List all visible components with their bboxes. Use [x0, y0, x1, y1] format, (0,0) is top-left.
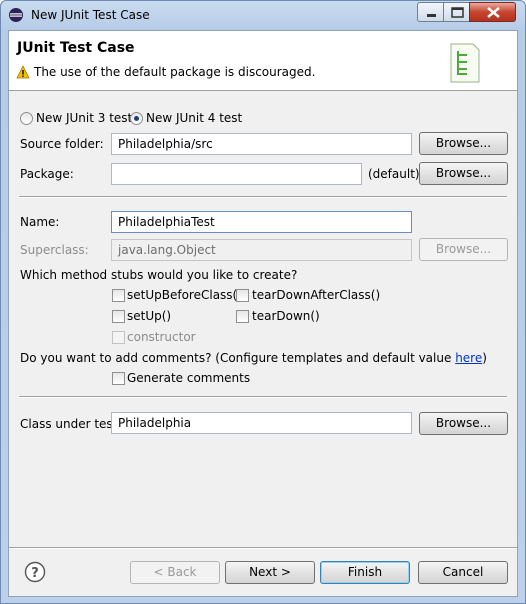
- maximize-icon: [451, 7, 464, 18]
- maximize-button[interactable]: [443, 2, 470, 22]
- constructor-checkbox[interactable]: [112, 331, 125, 344]
- teardown-after-class-checkbox[interactable]: [236, 289, 249, 302]
- comments-question: Do you want to add comments? (Configure …: [20, 351, 487, 365]
- junit3-radio[interactable]: [20, 112, 33, 125]
- junit-banner-icon: [450, 43, 480, 83]
- window-title: New JUnit Test Case: [31, 8, 150, 22]
- help-icon[interactable]: ?: [24, 561, 46, 583]
- separator: [19, 396, 507, 398]
- source-folder-label: Source folder:: [20, 137, 104, 151]
- package-label: Package:: [20, 167, 74, 181]
- junit3-label[interactable]: New JUnit 3 test: [36, 111, 132, 125]
- minimize-button[interactable]: [417, 2, 444, 22]
- eclipse-icon: [9, 8, 23, 22]
- name-input[interactable]: PhiladelphiaTest: [111, 211, 412, 233]
- class-under-test-browse-button[interactable]: Browse...: [419, 412, 508, 435]
- superclass-input[interactable]: java.lang.Object: [111, 239, 412, 261]
- package-browse-button[interactable]: Browse...: [419, 162, 508, 185]
- page-title: JUnit Test Case: [17, 40, 135, 56]
- dialog-content: JUnit Test Case The use of the default p…: [8, 30, 518, 597]
- stubs-question: Which method stubs would you like to cre…: [20, 268, 298, 282]
- generate-comments-checkbox[interactable]: [112, 372, 125, 385]
- svg-text:?: ?: [31, 566, 39, 581]
- source-folder-input[interactable]: Philadelphia/src: [111, 133, 412, 155]
- name-label: Name:: [20, 215, 60, 229]
- superclass-label: Superclass:: [20, 243, 89, 257]
- package-input[interactable]: [111, 163, 362, 185]
- teardown-checkbox[interactable]: [236, 310, 249, 323]
- junit4-label[interactable]: New JUnit 4 test: [146, 111, 242, 125]
- package-default-label: (default): [368, 167, 420, 181]
- teardown-after-class-label[interactable]: tearDownAfterClass(): [252, 288, 380, 302]
- junit4-radio[interactable]: [130, 112, 143, 125]
- dialog-window: New JUnit Test Case JUnit Test Case The …: [0, 0, 526, 604]
- setup-checkbox[interactable]: [112, 310, 125, 323]
- comments-question-text: Do you want to add comments? (Configure …: [20, 351, 456, 365]
- class-under-test-label: Class under test:: [20, 417, 122, 431]
- setup-label[interactable]: setUp(): [127, 309, 171, 323]
- constructor-label[interactable]: constructor: [127, 330, 196, 344]
- comments-question-end: ): [482, 351, 487, 365]
- setup-before-class-checkbox[interactable]: [112, 289, 125, 302]
- close-icon: [487, 7, 500, 18]
- minimize-icon: [427, 14, 436, 17]
- warning-icon: [16, 65, 30, 79]
- close-button[interactable]: [469, 2, 516, 22]
- configure-templates-link[interactable]: here: [455, 351, 482, 365]
- setup-before-class-label[interactable]: setUpBeforeClass(): [127, 288, 242, 302]
- source-folder-browse-button[interactable]: Browse...: [419, 132, 508, 155]
- cancel-button[interactable]: Cancel: [418, 561, 508, 584]
- footer-separator: [9, 547, 517, 549]
- warning-message: The use of the default package is discou…: [34, 65, 316, 79]
- teardown-label[interactable]: tearDown(): [252, 309, 320, 323]
- class-under-test-input[interactable]: Philadelphia: [111, 412, 412, 434]
- back-button[interactable]: < Back: [130, 561, 220, 584]
- superclass-browse-button[interactable]: Browse...: [419, 238, 508, 261]
- title-bar[interactable]: New JUnit Test Case: [1, 1, 525, 29]
- separator: [19, 196, 507, 198]
- finish-button[interactable]: Finish: [320, 561, 410, 584]
- generate-comments-label[interactable]: Generate comments: [127, 371, 250, 385]
- next-button[interactable]: Next >: [225, 561, 315, 584]
- wizard-header: JUnit Test Case The use of the default p…: [9, 31, 517, 91]
